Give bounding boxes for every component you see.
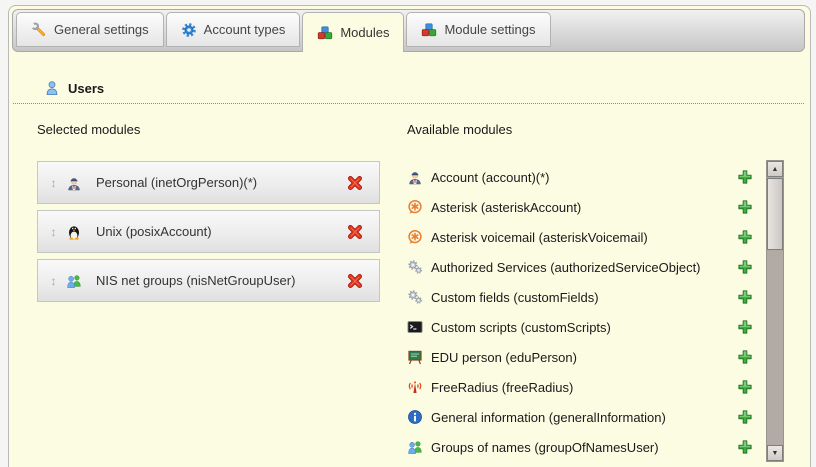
add-module-button[interactable]: [737, 229, 753, 245]
selected-modules-label: Selected modules: [37, 122, 140, 137]
selected-module-row[interactable]: ↕ Personal (inetOrgPerson)(*): [37, 161, 380, 204]
add-icon: [737, 229, 753, 245]
add-module-button[interactable]: [737, 349, 753, 365]
available-module-row: Asterisk voicemail (asteriskVoicemail): [404, 222, 785, 252]
add-module-button[interactable]: [737, 319, 753, 335]
tab-modules[interactable]: Modules: [302, 12, 404, 52]
add-icon: [737, 319, 753, 335]
section-title: Users: [68, 81, 104, 96]
gears-icon: [407, 289, 423, 305]
available-module-row: Groups of names (groupOfNamesUser): [404, 432, 785, 462]
person-icon: [66, 175, 82, 191]
add-icon: [737, 199, 753, 215]
selected-modules-list: ↕ Personal (inetOrgPerson)(*) ↕ Unix (po…: [37, 161, 380, 308]
module-label: Authorized Services (authorizedServiceOb…: [431, 260, 701, 275]
person-icon: [407, 169, 423, 185]
modules-icon: [317, 25, 333, 41]
penguin-icon: [66, 224, 82, 240]
selected-module-row[interactable]: ↕ Unix (posixAccount): [37, 210, 380, 253]
tab-general-settings[interactable]: General settings: [16, 12, 164, 47]
cog-icon: [181, 22, 197, 38]
module-label: Custom scripts (customScripts): [431, 320, 611, 335]
chalkboard-icon: [407, 349, 423, 365]
tab-label: Account types: [204, 22, 286, 37]
add-icon: [737, 289, 753, 305]
scroll-down-icon[interactable]: ▼: [767, 445, 783, 461]
wrench-icon: [31, 22, 47, 38]
module-label: FreeRadius (freeRadius): [431, 380, 573, 395]
add-icon: [737, 169, 753, 185]
section-heading-users: Users: [13, 80, 804, 104]
antenna-icon: [407, 379, 423, 395]
available-module-row: EDU person (eduPerson): [404, 342, 785, 372]
add-module-button[interactable]: [737, 409, 753, 425]
add-module-button[interactable]: [737, 169, 753, 185]
users-icon: [44, 80, 60, 96]
tab-account-types[interactable]: Account types: [166, 12, 301, 47]
delete-icon: [347, 273, 363, 289]
tab-label: General settings: [54, 22, 149, 37]
available-modules-label: Available modules: [407, 122, 512, 137]
delete-icon: [347, 224, 363, 240]
module-label: NIS net groups (nisNetGroupUser): [96, 273, 342, 288]
scrollbar[interactable]: ▲ ▼: [766, 160, 784, 462]
remove-module-button[interactable]: [342, 273, 363, 289]
drag-handle-icon[interactable]: ↕: [46, 225, 61, 239]
remove-module-button[interactable]: [342, 224, 363, 240]
module-label: Asterisk voicemail (asteriskVoicemail): [431, 230, 648, 245]
add-module-button[interactable]: [737, 199, 753, 215]
available-module-row: Asterisk (asteriskAccount): [404, 192, 785, 222]
add-icon: [737, 439, 753, 455]
tab-module-settings[interactable]: Module settings: [406, 12, 550, 47]
module-label: Unix (posixAccount): [96, 224, 342, 239]
delete-icon: [347, 175, 363, 191]
group-icon: [66, 273, 82, 289]
selected-module-row[interactable]: ↕ NIS net groups (nisNetGroupUser): [37, 259, 380, 302]
available-module-row: General information (generalInformation): [404, 402, 785, 432]
available-module-row: Account (account)(*): [404, 162, 785, 192]
scrollbar-thumb[interactable]: [767, 178, 783, 250]
module-label: Custom fields (customFields): [431, 290, 599, 305]
add-icon: [737, 409, 753, 425]
drag-handle-icon[interactable]: ↕: [46, 176, 61, 190]
add-icon: [737, 259, 753, 275]
module-label: Personal (inetOrgPerson)(*): [96, 175, 342, 190]
module-label: EDU person (eduPerson): [431, 350, 577, 365]
tab-label: Module settings: [444, 22, 535, 37]
tab-bar: General settings Account types Modules M…: [12, 9, 805, 52]
available-modules-list: ▲ ▼ Account (account)(*) Asterisk (aster…: [404, 160, 785, 463]
modules-icon: [421, 22, 437, 38]
add-icon: [737, 349, 753, 365]
remove-module-button[interactable]: [342, 175, 363, 191]
asterisk-icon: [407, 229, 423, 245]
add-module-button[interactable]: [737, 289, 753, 305]
tab-label: Modules: [340, 25, 389, 40]
info-icon: [407, 409, 423, 425]
add-module-button[interactable]: [737, 379, 753, 395]
asterisk-icon: [407, 199, 423, 215]
add-module-button[interactable]: [737, 439, 753, 455]
add-module-button[interactable]: [737, 259, 753, 275]
available-module-row: Custom scripts (customScripts): [404, 312, 785, 342]
add-icon: [737, 379, 753, 395]
available-module-row: FreeRadius (freeRadius): [404, 372, 785, 402]
module-label: Asterisk (asteriskAccount): [431, 200, 581, 215]
gears-icon: [407, 259, 423, 275]
drag-handle-icon[interactable]: ↕: [46, 274, 61, 288]
scroll-up-icon[interactable]: ▲: [767, 161, 783, 177]
module-label: Groups of names (groupOfNamesUser): [431, 440, 659, 455]
available-module-row: Custom fields (customFields): [404, 282, 785, 312]
module-label: General information (generalInformation): [431, 410, 666, 425]
group-icon: [407, 439, 423, 455]
lam-configuration-page: General settings Account types Modules M…: [0, 0, 816, 467]
available-module-row: Authorized Services (authorizedServiceOb…: [404, 252, 785, 282]
module-label: Account (account)(*): [431, 170, 550, 185]
terminal-icon: [407, 319, 423, 335]
